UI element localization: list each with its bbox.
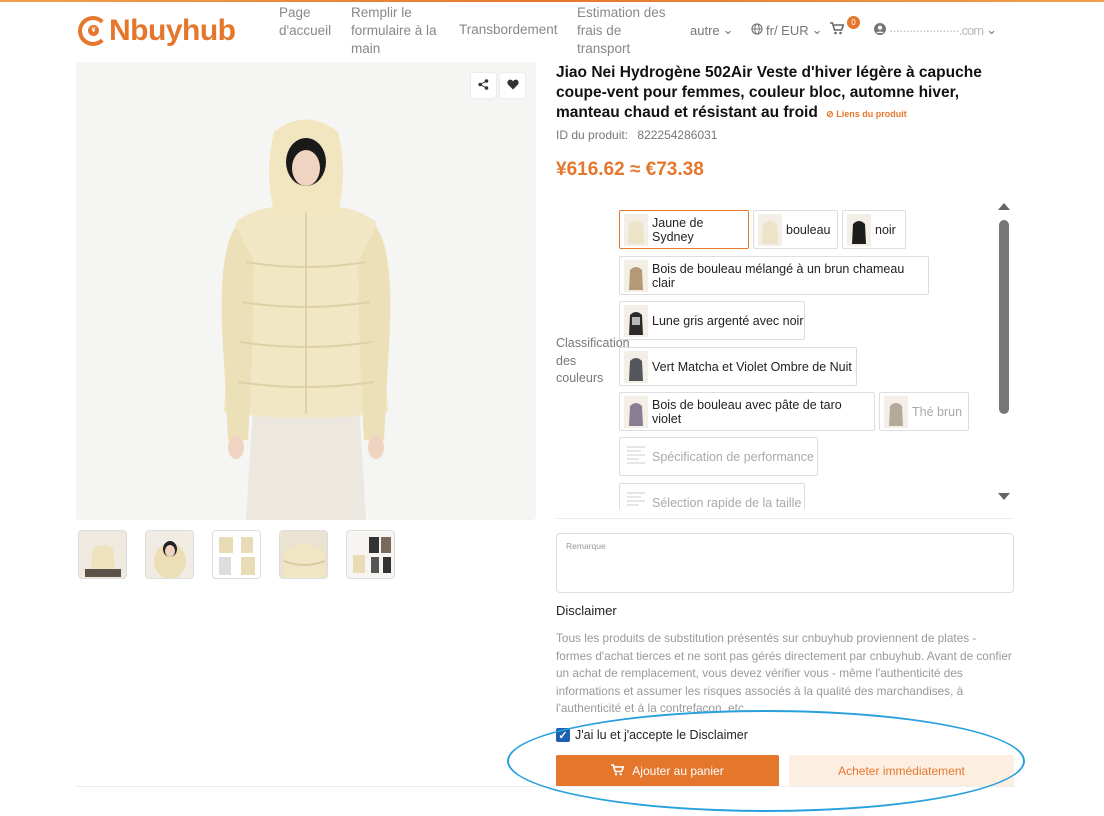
option-swatch (847, 213, 871, 246)
logo-text: Nbuyhub (109, 14, 236, 47)
logo[interactable]: ¥ Nbuyhub (78, 14, 236, 48)
product-title-text: Jiao Nei Hydrogène 502Air Veste d'hiver … (556, 64, 982, 121)
color-option[interactable]: Bois de bouleau avec pâte de taro violet (619, 392, 875, 431)
remark-placeholder: Remarque (566, 541, 606, 551)
color-option-label: noir (875, 222, 896, 237)
product-photo (76, 62, 536, 520)
chevron-down-icon: ⌄ (811, 22, 823, 37)
thumbnail[interactable] (78, 530, 127, 579)
color-option-label: Spécification de performance (652, 449, 814, 464)
logo-mark-icon: ¥ (78, 16, 108, 46)
product-id: ID du produit: 822254286031 (556, 128, 717, 142)
accept-disclaimer-label: J'ai lu et j'accepte le Disclaimer (575, 728, 748, 742)
color-option[interactable]: Sélection rapide de la taille (619, 483, 805, 509)
color-option[interactable]: Lune gris argenté avec noir (619, 301, 805, 340)
color-classification-label: Classification des couleurs (556, 336, 630, 385)
share-icon (478, 77, 489, 95)
nav-manual-form[interactable]: Remplir le formulaire à la main (351, 4, 437, 58)
accept-disclaimer[interactable]: ✓ J'ai lu et j'accepte le Disclaimer (556, 728, 748, 742)
option-swatch (624, 440, 648, 473)
option-swatch (758, 213, 782, 246)
product-id-value: 822254286031 (637, 128, 718, 142)
nav-other[interactable]: autre ⌄ (690, 22, 734, 38)
option-swatch (624, 213, 648, 246)
color-option-label: Bois de bouleau mélangé à un brun chamea… (652, 261, 905, 290)
color-options: Jaune de Sydney bouleau noir Bois de bou… (619, 207, 989, 509)
link-icon: ⊘ (826, 109, 834, 119)
thumbnail[interactable] (279, 530, 328, 579)
product-links-label: Liens du produit (836, 109, 907, 119)
favorite-button[interactable] (500, 73, 525, 98)
option-swatch (624, 395, 648, 428)
checkbox-checked-icon[interactable]: ✓ (556, 728, 570, 742)
header: ¥ Nbuyhub Page d'accueil Remplir le form… (0, 2, 1104, 60)
nav-home[interactable]: Page d'accueil (279, 4, 331, 40)
add-to-cart-label: Ajouter au panier (632, 764, 724, 778)
disclaimer-text: Tous les produits de substitution présen… (556, 631, 1012, 712)
product-title: Jiao Nei Hydrogène 502Air Veste d'hiver … (556, 63, 1006, 124)
nav-shipping-estimate[interactable]: Estimation des frais de transport (577, 4, 666, 58)
language-currency-label: fr/ EUR (766, 22, 809, 38)
product-price: ¥616.62 ≈ €73.38 (556, 159, 704, 180)
share-button[interactable] (471, 73, 496, 98)
heart-icon (506, 77, 519, 95)
color-option[interactable]: Spécification de performance (619, 437, 818, 476)
color-option-label: Vert Matcha et Violet Ombre de Nuit (652, 359, 852, 374)
color-option-label: Sélection rapide de la taille (652, 495, 802, 510)
thumbnail[interactable] (145, 530, 194, 579)
account-email: ·····················.com (889, 22, 984, 38)
product-main-image[interactable] (76, 62, 536, 520)
cart-count-badge: 0 (847, 16, 860, 29)
cart-button[interactable] (830, 22, 845, 38)
nav-transshipment[interactable]: Transbordement (459, 21, 558, 39)
thumbnail[interactable] (346, 530, 395, 579)
color-option[interactable]: Jaune de Sydney (619, 210, 749, 249)
option-swatch (624, 486, 648, 509)
remark-field[interactable]: Remarque (556, 533, 1014, 593)
user-icon (874, 22, 886, 38)
color-option-label: Jaune de Sydney (652, 215, 704, 244)
options-scrollbar[interactable] (996, 200, 1012, 506)
color-option[interactable]: Vert Matcha et Violet Ombre de Nuit (619, 347, 857, 386)
divider (556, 518, 1014, 519)
buy-now-button[interactable]: Acheter immédiatement (789, 755, 1014, 787)
color-option[interactable]: bouleau (753, 210, 838, 249)
option-swatch (884, 395, 908, 428)
color-option-label: Lune gris argenté avec noir (652, 313, 804, 328)
color-option[interactable]: Thé brun (879, 392, 969, 431)
cart-icon (611, 763, 625, 779)
option-swatch (624, 304, 648, 337)
buy-now-label: Acheter immédiatement (838, 764, 965, 778)
color-option[interactable]: noir (842, 210, 906, 249)
language-currency-selector[interactable]: fr/ EUR ⌄ (751, 22, 823, 38)
account-menu[interactable]: ·····················.com ⌄ (874, 22, 997, 38)
color-option-label: Bois de bouleau avec pâte de taro violet (652, 397, 842, 426)
footer-divider (76, 786, 1016, 787)
chevron-down-icon: ⌄ (986, 22, 997, 37)
cart-icon (830, 22, 845, 38)
add-to-cart-button[interactable]: Ajouter au panier (556, 755, 779, 787)
product-links[interactable]: ⊘ Liens du produit (826, 109, 907, 119)
option-swatch (624, 350, 648, 383)
option-swatch (624, 259, 648, 292)
globe-icon (751, 22, 763, 38)
scrollbar-graphic (998, 203, 1010, 500)
nav-other-label: autre (690, 22, 720, 38)
thumbnail-strip (78, 530, 395, 579)
disclaimer-title: Disclaimer (556, 603, 617, 618)
color-option-label: Thé brun (912, 404, 963, 419)
thumbnail[interactable] (212, 530, 261, 579)
color-option-label: bouleau (786, 222, 831, 237)
chevron-down-icon: ⌄ (722, 22, 734, 37)
product-id-label: ID du produit: (556, 128, 629, 142)
color-option[interactable]: Bois de bouleau mélangé à un brun chamea… (619, 256, 929, 295)
